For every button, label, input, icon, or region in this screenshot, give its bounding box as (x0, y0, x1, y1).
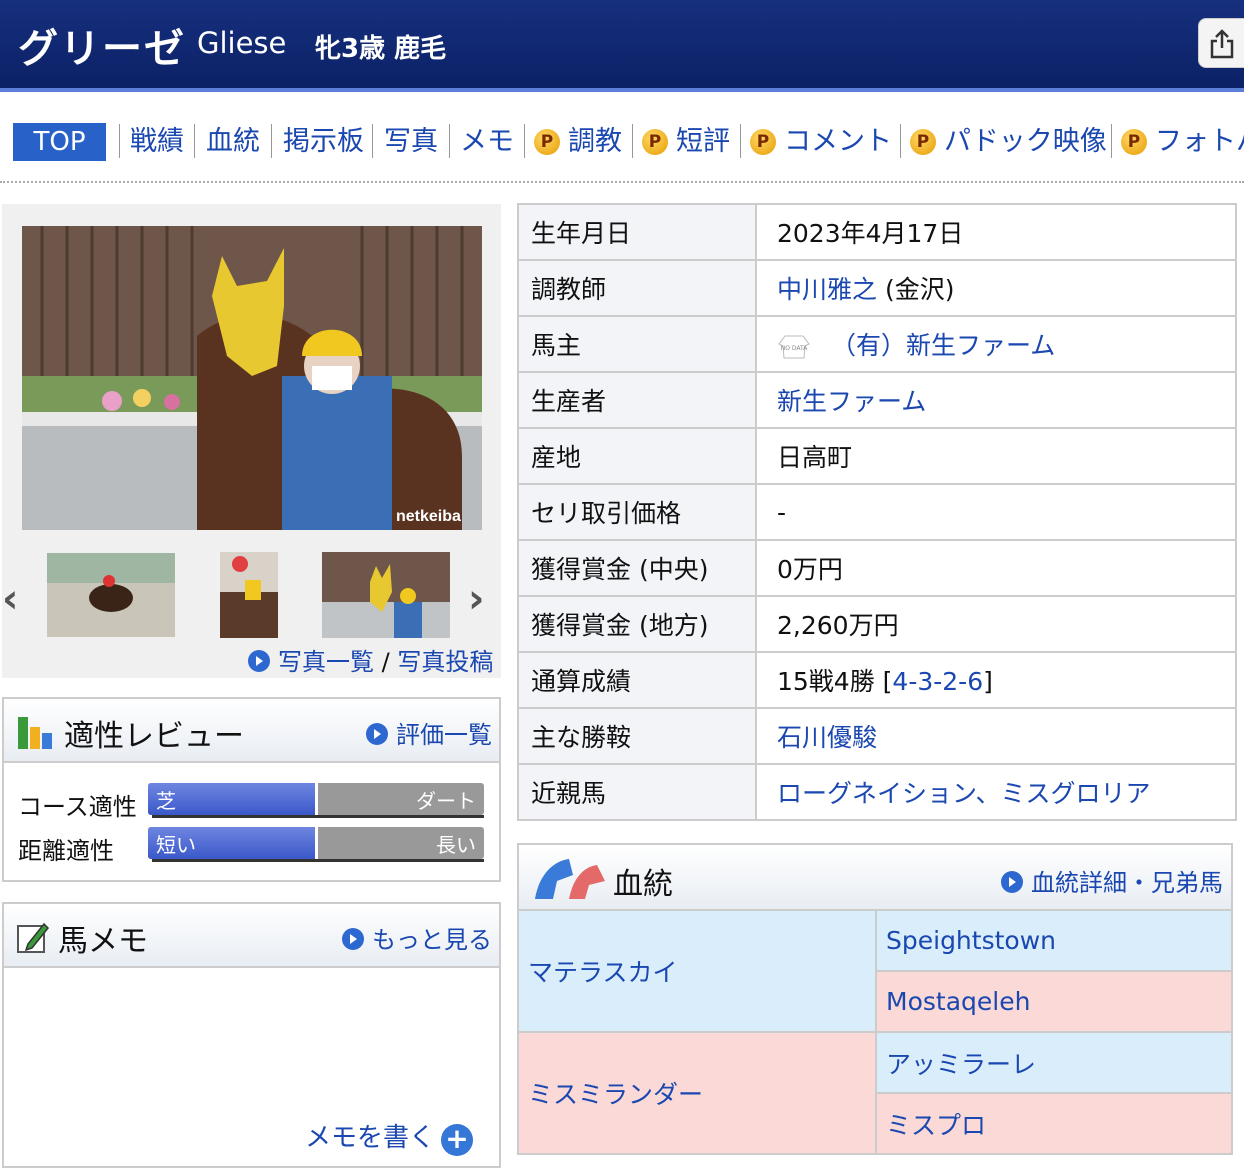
tab-photo-paddock[interactable]: Pフォトパ (1121, 122, 1244, 162)
aptitude-header: 適性レビュー 評価一覧 (4, 699, 499, 763)
dam-cell[interactable]: ミスミランダー (517, 1031, 877, 1155)
tab-photo[interactable]: 写真 (384, 122, 438, 162)
table-row: 生産者 新生ファーム (517, 371, 1237, 429)
horse-name: グリーゼ (18, 26, 186, 72)
horse-info: 牝3歳 鹿毛 (315, 34, 447, 64)
tab-board[interactable]: 掲示板 (283, 122, 364, 162)
photo-list-link[interactable]: 写真一覧 (278, 648, 374, 676)
nav-divider (0, 181, 1244, 183)
tab-paddock-video[interactable]: P パドック映像 (910, 122, 1107, 162)
trainer-link[interactable]: 中川雅之 (777, 275, 877, 304)
watermark: netkeiba (396, 508, 461, 525)
pedigree-header: 血統 血統詳細・兄弟馬 (517, 843, 1233, 911)
sire-dam-cell[interactable]: Mostaqeleh (875, 970, 1233, 1033)
course-aptitude-bar: 芝 ダート (148, 783, 484, 815)
horse-name-en: Gliese (197, 26, 287, 60)
horse-logo-icon (535, 859, 605, 899)
sire-sire-cell[interactable]: Speightstown (875, 909, 1233, 972)
share-icon (1210, 29, 1234, 59)
nav-separator (119, 124, 120, 158)
chevron-right-icon[interactable]: › (468, 576, 484, 622)
nav-separator (524, 124, 525, 158)
table-row: 獲得賞金 (地方) 2,260万円 (517, 595, 1237, 653)
premium-p-icon: P (1121, 129, 1147, 155)
premium-p-icon: P (750, 129, 776, 155)
arrow-circle-icon (366, 723, 388, 745)
dam-dam-cell[interactable]: ミスプロ (875, 1092, 1233, 1155)
photo-links: 写真一覧 / 写真投稿 (248, 642, 493, 677)
tab-memo[interactable]: メモ (460, 122, 514, 162)
pedigree-title: 血統 (613, 867, 673, 902)
photo-thumbnail[interactable] (322, 552, 450, 638)
tab-nav: TOP 戦績 血統 掲示板 写真 メモ P 調教 P 短評 P コメント P パドック映… (0, 120, 1244, 164)
arrow-circle-icon (1001, 871, 1023, 893)
table-row: 主な勝鞍 石川優駿 (517, 707, 1237, 765)
photo-thumbnail[interactable] (220, 552, 278, 638)
distance-aptitude-label: 距離適性 (18, 837, 114, 865)
tab-record[interactable]: 戦績 (130, 122, 184, 162)
record-detail-link[interactable]: 4-3-2-6 (892, 667, 983, 696)
memo-more-link[interactable]: もっと見る (372, 926, 492, 954)
tab-pedigree[interactable]: 血統 (206, 122, 260, 162)
arrow-circle-icon (342, 928, 364, 950)
nav-separator (740, 124, 741, 158)
premium-p-icon: P (534, 129, 560, 155)
chevron-left-icon[interactable]: ‹ (2, 576, 18, 622)
relatives-link[interactable]: ローグネイション、ミスグロリア (777, 779, 1151, 808)
sire-cell[interactable]: マテラスカイ (517, 909, 877, 1033)
table-row: 獲得賞金 (中央) 0万円 (517, 539, 1237, 597)
tab-top[interactable]: TOP (13, 123, 106, 161)
memo-header: 馬メモ もっと見る (4, 904, 499, 968)
main-win-link[interactable]: 石川優駿 (777, 723, 877, 752)
table-row: 通算成績 15戦4勝 [4-3-2-6] (517, 651, 1237, 709)
photo-thumbnail[interactable] (47, 553, 175, 639)
arrow-circle-icon (248, 650, 270, 672)
course-aptitude-label: コース適性 (18, 793, 137, 821)
main-horse-photo[interactable]: netkeiba (22, 226, 482, 530)
write-memo-button[interactable]: メモを書く + (305, 1117, 474, 1156)
nav-separator (900, 124, 901, 158)
table-row: 馬主 NO DATA （有）新生ファーム (517, 315, 1237, 373)
breeder-link[interactable]: 新生ファーム (777, 387, 926, 416)
profile-table: 生年月日 2023年4月17日 調教師 中川雅之 (金沢) 馬主 NO DATA （… (517, 203, 1237, 821)
tab-training[interactable]: P 調教 (534, 122, 622, 162)
table-row: 生年月日 2023年4月17日 (517, 203, 1237, 261)
nav-separator (271, 124, 272, 158)
share-button[interactable] (1198, 18, 1244, 68)
jockey-silks-icon: NO DATA (778, 335, 810, 359)
pedigree-detail-link[interactable]: 血統詳細・兄弟馬 (1031, 869, 1223, 897)
nav-separator (632, 124, 633, 158)
owner-link[interactable]: （有）新生ファーム (831, 331, 1055, 360)
table-row: 近親馬 ローグネイション、ミスグロリア (517, 763, 1237, 821)
photo-post-link[interactable]: 写真投稿 (397, 648, 493, 676)
dam-sire-cell[interactable]: アッミラーレ (875, 1031, 1233, 1094)
rating-list-link[interactable]: 評価一覧 (396, 721, 492, 749)
distance-aptitude-bar: 短い 長い (148, 827, 484, 859)
aptitude-panel: 適性レビュー 評価一覧 コース適性 芝 ダート 距離適性 短い 長い (2, 697, 501, 882)
tab-comment[interactable]: P コメント (750, 122, 892, 162)
plus-icon: + (441, 1124, 474, 1156)
table-row: 調教師 中川雅之 (金沢) (517, 259, 1237, 317)
photo-gallery: netkeiba ‹ › 写真一覧 / 写真投稿 (2, 204, 501, 678)
tab-short-review[interactable]: P 短評 (642, 122, 730, 162)
pedigree-table: マテラスカイ Speightstown Mostaqeleh ミスミランダー ア… (517, 909, 1233, 1155)
nav-separator (194, 124, 195, 158)
aptitude-title: 適性レビュー (64, 719, 244, 754)
premium-p-icon: P (642, 129, 668, 155)
nav-separator (449, 124, 450, 158)
table-row: セリ取引価格 - (517, 483, 1237, 541)
nav-separator (372, 124, 373, 158)
bar-chart-icon (18, 717, 52, 749)
svg-text:NO DATA: NO DATA (781, 345, 808, 352)
page-header: グリーゼ Gliese 牝3歳 鹿毛 (0, 0, 1244, 92)
table-row: 産地 日高町 (517, 427, 1237, 485)
nav-separator (1111, 124, 1112, 158)
memo-title: 馬メモ (58, 924, 148, 959)
memo-pencil-icon (17, 922, 50, 953)
premium-p-icon: P (910, 129, 936, 155)
